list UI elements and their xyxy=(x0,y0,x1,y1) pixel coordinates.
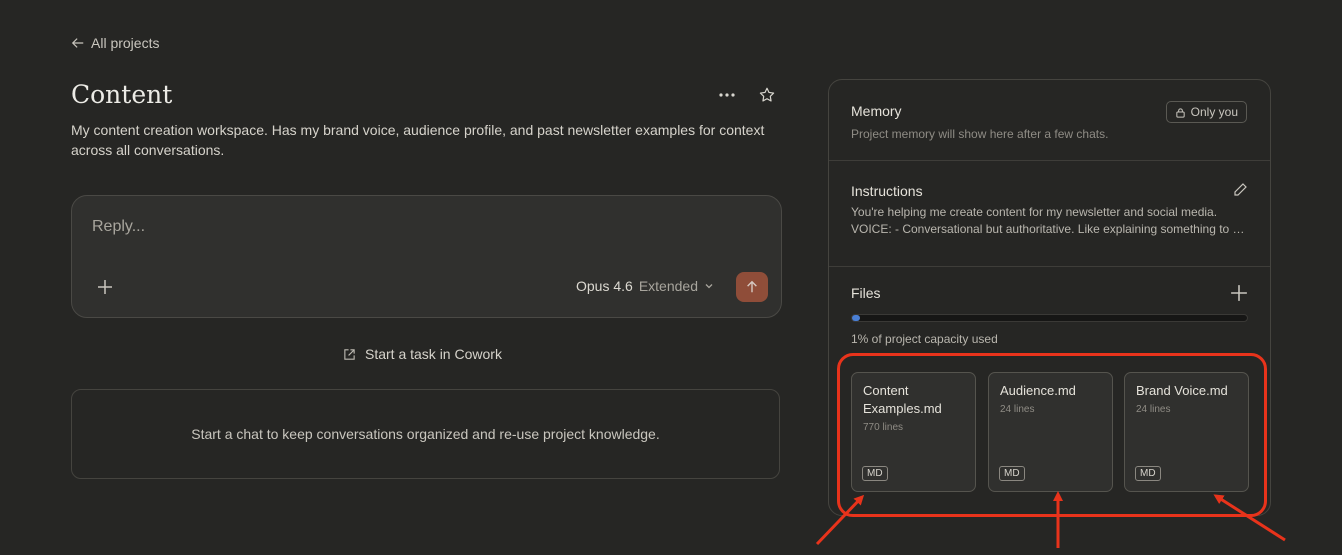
project-description: My content creation workspace. Has my br… xyxy=(71,122,765,158)
instructions-title: Instructions xyxy=(851,183,923,199)
file-card[interactable]: Audience.md 24 lines MD xyxy=(988,372,1113,492)
file-name: Content Examples.md xyxy=(863,383,942,416)
file-line-count: 24 lines xyxy=(1136,404,1171,415)
visibility-label: Only you xyxy=(1190,105,1238,119)
model-mode: Extended xyxy=(638,278,698,294)
send-button[interactable] xyxy=(736,272,768,302)
pencil-icon[interactable] xyxy=(1232,182,1248,198)
model-name: Opus 4.6 xyxy=(576,278,633,294)
file-card[interactable]: Brand Voice.md 24 lines MD xyxy=(1124,372,1249,492)
model-selector[interactable]: Opus 4.6 Extended xyxy=(576,278,714,294)
more-options-button[interactable] xyxy=(716,84,738,106)
empty-chat-state: Start a chat to keep conversations organ… xyxy=(71,389,780,479)
file-line-count: 24 lines xyxy=(1000,404,1035,415)
more-icon xyxy=(719,93,735,97)
lock-icon xyxy=(1175,107,1185,118)
file-name: Brand Voice.md xyxy=(1136,383,1228,398)
cowork-label: Start a task in Cowork xyxy=(365,346,502,362)
file-line-count: 770 lines xyxy=(863,422,904,433)
instructions-line-1: You're helping me create content for my … xyxy=(851,205,1218,219)
file-card[interactable]: Content Examples.md 770 lines MD xyxy=(851,372,976,492)
memory-visibility-badge[interactable]: Only you xyxy=(1165,101,1247,123)
add-file-icon[interactable] xyxy=(1230,284,1248,302)
reply-input[interactable] xyxy=(92,218,692,236)
cowork-link[interactable]: Start a task in Cowork xyxy=(343,346,502,362)
arrow-up-icon xyxy=(747,280,757,293)
capacity-progress-bar xyxy=(851,314,1248,322)
back-link[interactable]: All projects xyxy=(71,35,159,51)
star-icon xyxy=(759,87,775,102)
external-link-icon xyxy=(344,348,355,360)
file-type-badge: MD xyxy=(999,466,1025,481)
add-attachment-button[interactable] xyxy=(94,276,116,298)
plus-icon xyxy=(98,280,112,294)
reply-composer: Opus 4.6 Extended xyxy=(71,195,782,318)
memory-subtitle: Project memory will show here after a fe… xyxy=(851,127,1109,141)
instructions-line-2: VOICE: - Conversational but authoritativ… xyxy=(851,222,1251,236)
file-type-badge: MD xyxy=(862,466,888,481)
memory-title: Memory xyxy=(851,103,902,119)
title-actions xyxy=(716,84,778,106)
project-side-panel: Memory Project memory will show here aft… xyxy=(828,79,1271,516)
capacity-text: 1% of project capacity used xyxy=(851,332,998,346)
file-type-badge: MD xyxy=(1135,466,1161,481)
arrow-left-icon xyxy=(71,38,84,48)
chevron-down-icon xyxy=(705,284,713,289)
capacity-progress-fill xyxy=(852,315,860,321)
instructions-preview[interactable]: You're helping me create content for my … xyxy=(851,204,1251,238)
project-title: Content xyxy=(71,80,173,109)
file-name: Audience.md xyxy=(1000,383,1076,398)
star-button[interactable] xyxy=(756,84,778,106)
project-page: All projects Content My content creation… xyxy=(0,0,1342,555)
back-link-label: All projects xyxy=(91,35,160,51)
empty-chat-text: Start a chat to keep conversations organ… xyxy=(191,426,660,442)
files-title: Files xyxy=(851,285,881,301)
